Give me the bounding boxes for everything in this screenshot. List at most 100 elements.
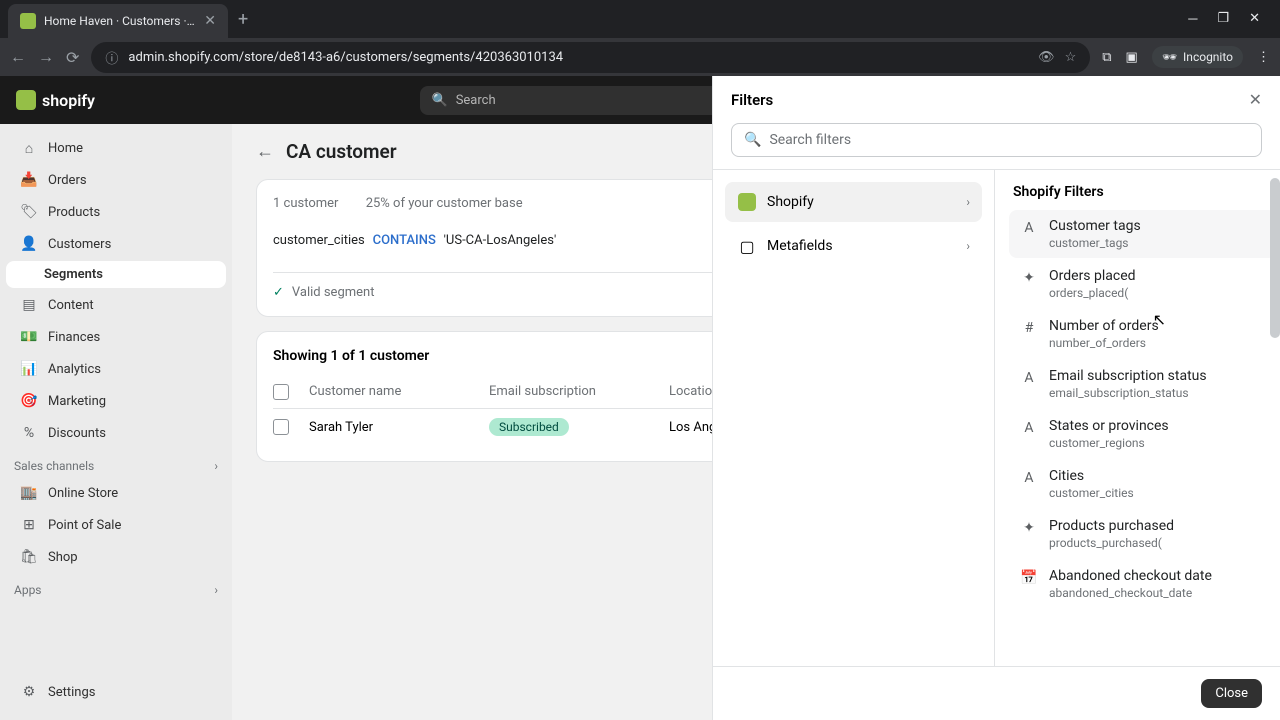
nav-discounts[interactable]: %Discounts bbox=[6, 418, 226, 448]
products-icon: 🏷 bbox=[20, 203, 38, 221]
bookmark-icon[interactable]: ☆ bbox=[1065, 50, 1077, 65]
menu-icon[interactable]: ⋮ bbox=[1257, 50, 1270, 65]
close-button[interactable]: Close bbox=[1201, 679, 1262, 708]
col-name[interactable]: Customer name bbox=[309, 384, 489, 400]
discounts-icon: % bbox=[20, 424, 38, 442]
extensions-icon[interactable]: ⧉ bbox=[1102, 50, 1111, 65]
filter-name: Cities bbox=[1049, 468, 1266, 484]
filter-code: number_of_orders bbox=[1049, 336, 1266, 350]
filter-item[interactable]: ✦Orders placedorders_placed( bbox=[1009, 260, 1276, 308]
nav-finances[interactable]: 💵Finances bbox=[6, 322, 226, 352]
chevron-right-icon[interactable]: › bbox=[214, 583, 218, 597]
row-checkbox[interactable] bbox=[273, 419, 289, 435]
close-window-icon[interactable]: ✕ bbox=[1249, 11, 1260, 27]
close-panel-icon[interactable]: ✕ bbox=[1249, 90, 1262, 109]
incognito-icon: 🕶 bbox=[1162, 50, 1177, 64]
maximize-icon[interactable]: ❐ bbox=[1217, 11, 1229, 27]
subscription-badge: Subscribed bbox=[489, 418, 569, 436]
nav-content[interactable]: ▤Content bbox=[6, 290, 226, 320]
shopify-icon bbox=[737, 192, 757, 212]
col-email[interactable]: Email subscription bbox=[489, 384, 669, 400]
filters-panel: Filters ✕ 🔍 Search filters Shopify › ▢ M… bbox=[712, 76, 1280, 720]
nav-pos[interactable]: ⊞Point of Sale bbox=[6, 510, 226, 540]
filter-item[interactable]: A Email subscription status email_subscrip… bbox=[1009, 360, 1276, 408]
back-button[interactable]: ← bbox=[256, 141, 274, 162]
page-title: CA customer bbox=[286, 140, 397, 163]
forward-icon[interactable]: → bbox=[38, 47, 54, 67]
search-icon: 🔍 bbox=[432, 93, 448, 108]
close-tab-icon[interactable]: ✕ bbox=[204, 13, 216, 29]
filters-title: Filters bbox=[731, 91, 773, 109]
tab-bar: Home Haven · Customers · Sho ✕ + ─ ❐ ✕ bbox=[0, 0, 1280, 38]
filters-header: Filters ✕ bbox=[713, 76, 1280, 123]
filter-type-icon: A bbox=[1019, 370, 1039, 400]
nav-analytics[interactable]: 📊Analytics bbox=[6, 354, 226, 384]
metafields-icon: ▢ bbox=[737, 236, 757, 256]
minimize-icon[interactable]: ─ bbox=[1188, 11, 1197, 27]
tab-title: Home Haven · Customers · Sho bbox=[44, 14, 196, 28]
filter-list-title: Shopify Filters bbox=[1009, 184, 1276, 200]
nav-settings[interactable]: ⚙Settings bbox=[6, 677, 226, 707]
orders-icon: 📥 bbox=[20, 171, 38, 189]
filter-category-shopify[interactable]: Shopify › bbox=[725, 182, 982, 222]
filter-item[interactable]: ACitiescustomer_cities bbox=[1009, 460, 1276, 508]
filter-item[interactable]: ✦Products purchasedproducts_purchased( bbox=[1009, 510, 1276, 558]
home-icon: ⌂ bbox=[20, 139, 38, 157]
url-input[interactable]: ⓘ admin.shopify.com/store/de8143-a6/cust… bbox=[91, 42, 1090, 73]
filter-name: Number of orders bbox=[1049, 318, 1266, 334]
filter-type-icon: A bbox=[1019, 420, 1039, 450]
scrollbar[interactable] bbox=[1270, 178, 1280, 338]
filter-category-metafields[interactable]: ▢ Metafields › bbox=[725, 226, 982, 266]
pos-icon: ⊞ bbox=[20, 516, 38, 534]
nav-home[interactable]: ⌂Home bbox=[6, 133, 226, 163]
window-controls: ─ ❐ ✕ bbox=[1188, 11, 1272, 27]
filter-item[interactable]: ACustomer tagscustomer_tags bbox=[1009, 210, 1276, 258]
nav-shop[interactable]: 🛍Shop bbox=[6, 542, 226, 572]
filter-list[interactable]: Shopify Filters A Customer tags customer_t… bbox=[995, 170, 1280, 666]
site-info-icon[interactable]: ⓘ bbox=[105, 48, 118, 67]
nav-products[interactable]: 🏷Products bbox=[6, 197, 226, 227]
filter-item[interactable]: #Number of ordersnumber_of_orders bbox=[1009, 310, 1276, 358]
customer-name: Sarah Tyler bbox=[309, 420, 489, 435]
filter-item[interactable]: AStates or provincescustomer_regions bbox=[1009, 410, 1276, 458]
nav-customers[interactable]: 👤Customers bbox=[6, 229, 226, 259]
panel-icon[interactable]: ▣ bbox=[1126, 50, 1138, 65]
nav-marketing[interactable]: 🎯Marketing bbox=[6, 386, 226, 416]
chevron-right-icon: › bbox=[966, 239, 970, 253]
browser-tab[interactable]: Home Haven · Customers · Sho ✕ bbox=[8, 4, 228, 38]
nav-sales-channels-header: Sales channels › bbox=[0, 449, 232, 477]
search-icon: 🔍 bbox=[744, 132, 761, 148]
select-all-checkbox[interactable] bbox=[273, 384, 289, 400]
filter-name: Email subscription status bbox=[1049, 368, 1266, 384]
new-tab-button[interactable]: + bbox=[238, 9, 248, 30]
customers-icon: 👤 bbox=[20, 235, 38, 253]
filter-item[interactable]: 📅Abandoned checkout dateabandoned_checko… bbox=[1009, 560, 1276, 608]
filters-search-input[interactable]: 🔍 Search filters bbox=[731, 123, 1262, 157]
nav-apps-header: Apps › bbox=[0, 573, 232, 601]
store-icon: 🏬 bbox=[20, 484, 38, 502]
logo-icon bbox=[16, 90, 36, 110]
browser-chrome: Home Haven · Customers · Sho ✕ + ─ ❐ ✕ ←… bbox=[0, 0, 1280, 76]
nav-segments[interactable]: Segments bbox=[6, 261, 226, 288]
filter-name: Abandoned checkout date bbox=[1049, 568, 1266, 584]
filter-type-icon: ✦ bbox=[1019, 270, 1039, 300]
eye-off-icon[interactable]: 👁 bbox=[1038, 50, 1055, 65]
chevron-right-icon: › bbox=[966, 195, 970, 209]
nav-orders[interactable]: 📥Orders bbox=[6, 165, 226, 195]
filters-footer: Close bbox=[713, 666, 1280, 720]
reload-icon[interactable]: ⟳ bbox=[66, 48, 79, 67]
gear-icon: ⚙ bbox=[20, 683, 38, 701]
shopify-logo[interactable]: shopify bbox=[16, 90, 95, 110]
chevron-right-icon[interactable]: › bbox=[214, 459, 218, 473]
back-icon[interactable]: ← bbox=[10, 47, 26, 67]
sidebar: ⌂Home 📥Orders 🏷Products 👤Customers Segme… bbox=[0, 76, 232, 720]
incognito-badge: 🕶 Incognito bbox=[1152, 46, 1243, 68]
content-icon: ▤ bbox=[20, 296, 38, 314]
filter-categories: Shopify › ▢ Metafields › bbox=[713, 170, 995, 666]
nav-online-store[interactable]: 🏬Online Store bbox=[6, 478, 226, 508]
filter-code: customer_tags bbox=[1049, 236, 1266, 250]
filter-code: email_subscription_status bbox=[1049, 386, 1266, 400]
filter-name: Customer tags bbox=[1049, 218, 1266, 234]
filters-body: Shopify › ▢ Metafields › Shopify Filters… bbox=[713, 169, 1280, 666]
address-bar: ← → ⟳ ⓘ admin.shopify.com/store/de8143-a… bbox=[0, 38, 1280, 76]
